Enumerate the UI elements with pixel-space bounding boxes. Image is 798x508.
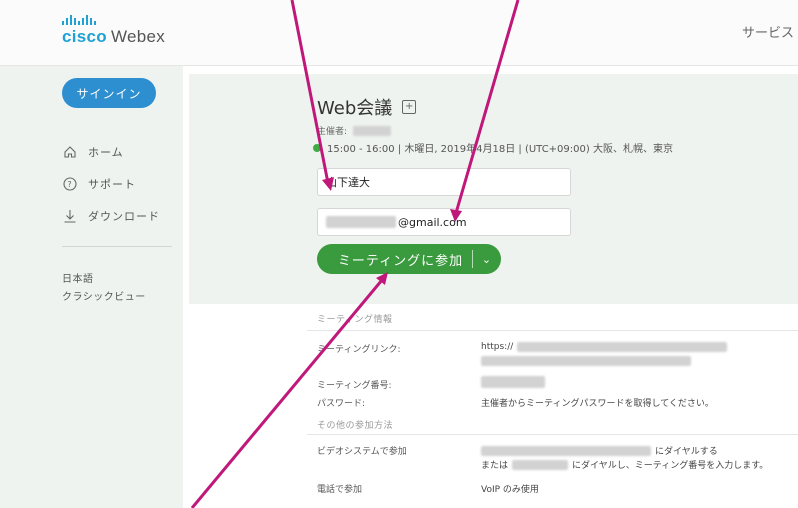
meeting-time: 15:00 - 16:00 | 木曜日, 2019年4月18日 | (UTC+0… — [327, 144, 673, 155]
join-button-label: ミーティングに参加 — [337, 253, 464, 269]
host-name-redacted — [353, 125, 392, 136]
services-menu[interactable]: サービス — [742, 22, 794, 41]
sidebar-item-download[interactable]: ダウンロード — [62, 208, 160, 224]
email-redacted — [326, 216, 396, 228]
signin-button[interactable]: サインイン — [62, 78, 156, 108]
add-calendar-icon[interactable]: + — [402, 100, 417, 114]
video-value-2: にダイヤルし、ミーティング番号を入力します。 — [572, 461, 769, 471]
email-field[interactable]: @gmail.com — [317, 208, 571, 236]
help-circle-icon: ? — [62, 176, 78, 192]
sidebar-item-label: ホーム — [88, 146, 124, 159]
logo-product: Webex — [110, 27, 166, 46]
email-value: @gmail.com — [398, 215, 467, 229]
classic-view-link[interactable]: クラシックビュー — [62, 288, 146, 303]
svg-text:?: ? — [67, 180, 72, 189]
page-title: Web会議 — [317, 98, 393, 119]
link-redacted-2 — [481, 356, 691, 366]
logo-text: cisco Webex — [62, 27, 165, 47]
time-row: 15:00 - 16:00 | 木曜日, 2019年4月18日 | (UTC+0… — [313, 140, 673, 155]
chevron-down-icon[interactable]: ⌄ — [473, 253, 501, 266]
divider — [307, 330, 798, 331]
number-label: ミーティング番号: — [317, 381, 392, 391]
host-label: 主催者: — [317, 127, 348, 137]
sidebar: サインイン ホーム ? サポート ダウンロード 日本語 クラシックビュー — [0, 66, 183, 508]
link-label: ミーティングリンク: — [317, 345, 401, 355]
link-redacted — [517, 342, 728, 352]
video-address-redacted-2 — [512, 459, 569, 470]
meeting-card: Web会議 + 主催者: 15:00 - 16:00 | 木曜日, 2019年4… — [189, 74, 798, 304]
link-row-2 — [481, 356, 691, 366]
status-dot-icon — [313, 143, 321, 152]
sidebar-item-home[interactable]: ホーム — [62, 144, 124, 160]
video-or: または — [481, 461, 509, 471]
number-redacted — [481, 376, 545, 388]
info-section-title: ミーティング情報 — [317, 315, 393, 325]
number-row — [481, 376, 545, 388]
video-address-redacted — [481, 445, 651, 456]
download-icon — [62, 208, 78, 224]
video-value-1: にダイヤルする — [655, 447, 718, 457]
top-header: cisco Webex サービス — [0, 0, 798, 66]
link-value: https:// — [481, 342, 514, 352]
video-row-2: または にダイヤルし、ミーティング番号を入力します。 — [481, 458, 768, 471]
password-value: 主催者からミーティングパスワードを取得してください。 — [481, 399, 714, 409]
name-value: 山下達大 — [326, 176, 370, 189]
sidebar-item-label: ダウンロード — [88, 210, 160, 223]
cisco-bars-icon — [62, 15, 165, 25]
title-row: Web会議 + — [317, 94, 417, 120]
other-methods-title: その他の参加方法 — [317, 421, 394, 431]
sidebar-divider — [62, 246, 172, 247]
language-link[interactable]: 日本語 — [62, 270, 94, 285]
link-row[interactable]: https:// — [481, 342, 728, 352]
join-meeting-button[interactable]: ミーティングに参加 ⌄ — [317, 244, 501, 274]
cisco-webex-logo[interactable]: cisco Webex — [62, 15, 165, 47]
sidebar-item-label: サポート — [88, 178, 136, 191]
main-panel: Web会議 + 主催者: 15:00 - 16:00 | 木曜日, 2019年4… — [183, 66, 798, 508]
video-label: ビデオシステムで参加 — [317, 447, 407, 457]
video-row-1: にダイヤルする — [481, 444, 718, 457]
name-field[interactable]: 山下達大 — [317, 168, 571, 196]
divider — [307, 434, 798, 435]
sidebar-item-support[interactable]: ? サポート — [62, 176, 136, 192]
host-row: 主催者: — [317, 124, 392, 137]
home-icon — [62, 144, 78, 160]
password-label: パスワード: — [317, 399, 366, 409]
phone-value: VoIP のみ使用 — [481, 485, 539, 495]
logo-brand: cisco — [62, 27, 107, 46]
phone-label: 電話で参加 — [317, 485, 363, 495]
